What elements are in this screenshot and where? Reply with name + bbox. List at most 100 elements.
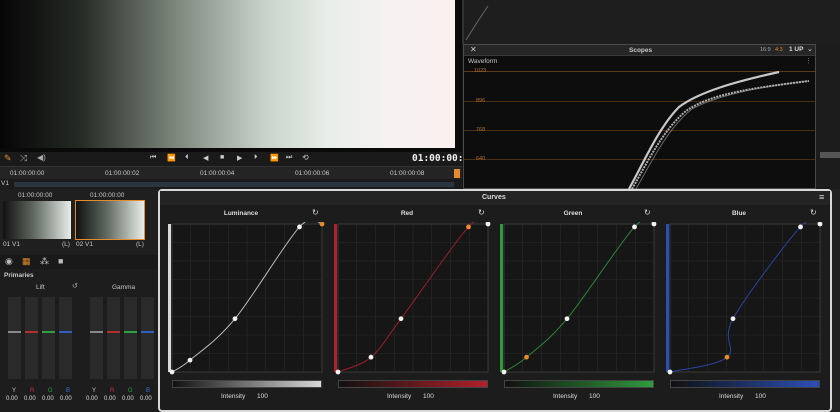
- curve-graph[interactable]: [166, 222, 326, 382]
- camera-raw-icon[interactable]: ◉: [5, 256, 13, 267]
- control-point[interactable]: [632, 224, 637, 230]
- loop-icon[interactable]: ⟲: [302, 153, 309, 162]
- reset-curve-icon[interactable]: ↻: [810, 208, 817, 217]
- lift-bars[interactable]: [8, 297, 74, 379]
- curve-graph[interactable]: [498, 222, 658, 382]
- control-point[interactable]: [730, 316, 736, 322]
- waveform-trace: [628, 70, 810, 189]
- clip-label: 01 V1: [3, 241, 20, 248]
- curve-graph[interactable]: [332, 222, 492, 382]
- selected-control-point[interactable]: [724, 354, 730, 360]
- play-reverse-icon[interactable]: ◀: [203, 154, 208, 162]
- clip-thumbnail[interactable]: [3, 201, 71, 239]
- intensity-value[interactable]: 100: [423, 393, 434, 400]
- transport-bar: ✎ ⤨ ◀) ⏮ ⏪ ⏴ ◀ ■ ▶ ⏵ ⏩ ⏭ ⟲ 01:00:00:09: [0, 152, 475, 166]
- camera-icon[interactable]: ■: [58, 256, 63, 266]
- step-back-icon[interactable]: ⏴: [185, 154, 189, 162]
- reset-curve-icon[interactable]: ↻: [312, 208, 319, 217]
- aspect-16-9[interactable]: 16:9: [760, 47, 771, 53]
- control-point[interactable]: [398, 316, 404, 322]
- clip-thumbnail-selected[interactable]: [75, 200, 145, 240]
- curves-window: Curves ≡ Luminance ↻ Intensity 100 Red ↻ Inten…: [158, 189, 832, 412]
- go-to-start-icon[interactable]: ⏮: [150, 154, 156, 162]
- readout-label-g: G: [128, 388, 133, 394]
- readout-label-r: R: [30, 388, 35, 394]
- ruler-tick: 01:00:00:04: [200, 170, 235, 177]
- control-point[interactable]: [667, 369, 673, 375]
- clip-timecode: 01:00:00:00: [18, 192, 53, 199]
- intensity-value[interactable]: 100: [755, 393, 766, 400]
- fast-forward-icon[interactable]: ⏩: [270, 154, 279, 162]
- lift-value-b[interactable]: 0.00: [60, 396, 72, 402]
- lift-value-y[interactable]: 0.00: [6, 396, 18, 402]
- readout-label-y: Y: [12, 388, 17, 394]
- primaries-panel: Primaries Lift ↺ Gamma Y R G B 0.00 0.00…: [0, 269, 158, 412]
- gamma-value-y[interactable]: 0.00: [86, 396, 98, 402]
- control-point[interactable]: [335, 369, 341, 375]
- gamma-value-g[interactable]: 0.00: [122, 396, 134, 402]
- clip-label: 02 V1: [76, 241, 93, 248]
- intensity-gradient-bar[interactable]: [670, 380, 820, 388]
- color-match-icon[interactable]: ⁂: [40, 256, 49, 267]
- timeline-ruler[interactable]: 01:00:00:00 01:00:00:02 01:00:00:04 01:0…: [0, 166, 462, 179]
- ruler-tick: 01:00:00:08: [390, 170, 425, 177]
- timeline-clip-bar[interactable]: [14, 182, 454, 187]
- go-to-end-icon[interactable]: ⏭: [286, 154, 292, 162]
- clip-badge: (L): [62, 241, 70, 248]
- control-point[interactable]: [564, 316, 570, 322]
- ruler-tick: 01:00:00:06: [295, 170, 330, 177]
- control-point[interactable]: [297, 224, 302, 230]
- curve-panel-luminance: Luminance ↻ Intensity 100: [166, 207, 326, 410]
- selected-control-point[interactable]: [524, 354, 529, 360]
- close-icon[interactable]: ✕: [470, 45, 477, 54]
- channel-edge-bar: [168, 224, 171, 372]
- reset-curve-icon[interactable]: ↻: [644, 208, 651, 217]
- intensity-value[interactable]: 100: [589, 393, 600, 400]
- clip-timecode: 01:00:00:00: [90, 192, 125, 199]
- curve-title: Green: [563, 210, 583, 217]
- ruler-tick: 01:00:00:00: [10, 170, 45, 177]
- menu-icon[interactable]: ≡: [819, 192, 824, 202]
- curve-title: Blue: [731, 210, 747, 217]
- step-forward-icon[interactable]: ⏵: [254, 154, 258, 162]
- play-icon[interactable]: ▶: [237, 154, 242, 162]
- control-point[interactable]: [798, 224, 803, 230]
- control-point[interactable]: [232, 316, 238, 322]
- curve-graph[interactable]: [664, 222, 824, 382]
- control-point[interactable]: [187, 357, 193, 363]
- viewer-image: [0, 0, 455, 148]
- stop-icon[interactable]: ■: [220, 154, 224, 161]
- gamma-bars[interactable]: [90, 297, 156, 379]
- control-point[interactable]: [501, 369, 507, 375]
- reset-lift-icon[interactable]: ↺: [72, 282, 78, 290]
- primaries-title: Primaries: [4, 272, 34, 279]
- lift-value-r[interactable]: 0.00: [24, 396, 36, 402]
- intensity-label: Intensity: [719, 393, 744, 400]
- control-point[interactable]: [169, 369, 175, 375]
- intensity-value[interactable]: 100: [257, 393, 268, 400]
- intensity-gradient-bar[interactable]: [338, 380, 488, 388]
- volume-icon[interactable]: ◀): [37, 153, 46, 162]
- playhead[interactable]: [454, 169, 460, 178]
- intensity-gradient-bar[interactable]: [504, 380, 654, 388]
- gamma-value-b[interactable]: 0.00: [140, 396, 152, 402]
- control-point[interactable]: [368, 354, 374, 360]
- intensity-gradient-bar[interactable]: [172, 380, 322, 388]
- reset-curve-icon[interactable]: ↻: [478, 208, 485, 217]
- shuffle-icon[interactable]: ⤨: [20, 153, 27, 164]
- layout-dropdown[interactable]: 1 UP: [789, 46, 803, 53]
- lift-label: Lift: [36, 284, 45, 291]
- channel-edge-bar: [334, 224, 337, 372]
- rewind-icon[interactable]: ⏪: [167, 154, 176, 162]
- readout-label-r: R: [110, 388, 115, 394]
- selected-control-point[interactable]: [466, 224, 471, 230]
- channel-edge-bar: [500, 224, 503, 372]
- aspect-4-3[interactable]: 4:3: [775, 47, 783, 53]
- scope-menu-icon[interactable]: ⋮: [805, 57, 812, 65]
- right-edge-strip: [832, 189, 840, 412]
- chevron-down-icon[interactable]: ⌄: [807, 45, 813, 53]
- lift-value-g[interactable]: 0.00: [42, 396, 54, 402]
- gamma-value-r[interactable]: 0.00: [104, 396, 116, 402]
- color-wheels-icon[interactable]: ▦: [22, 256, 31, 267]
- eyedropper-icon[interactable]: ✎: [4, 153, 12, 164]
